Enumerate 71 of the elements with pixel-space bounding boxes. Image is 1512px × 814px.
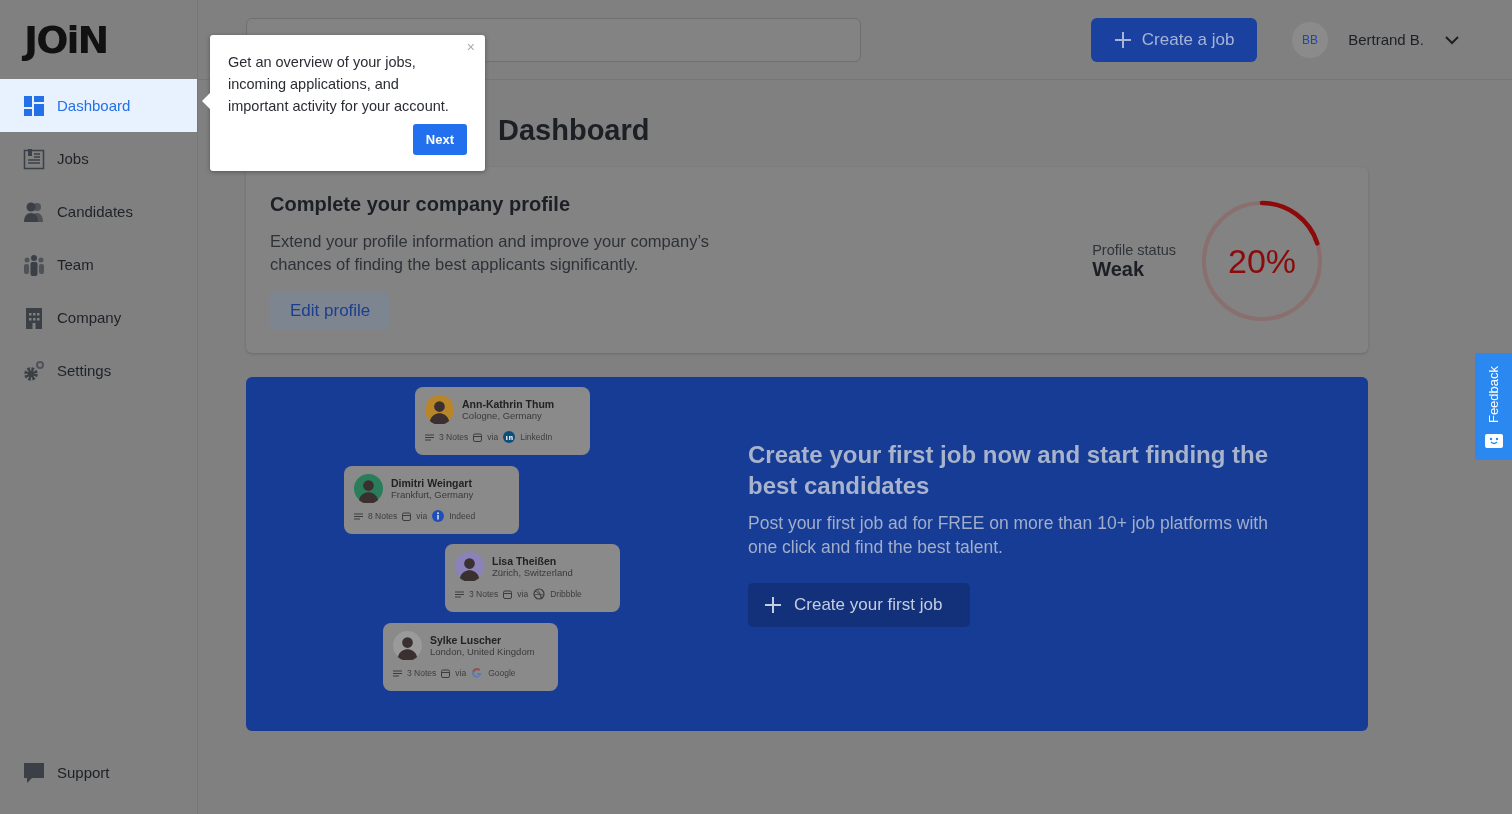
close-button[interactable]: × (466, 39, 475, 55)
lines-icon (393, 668, 402, 678)
edit-profile-button[interactable]: Edit profile (270, 291, 391, 330)
linkedin-icon (503, 431, 516, 443)
help-icon (23, 761, 45, 784)
people-icon (23, 200, 45, 223)
google-icon (471, 667, 484, 679)
sidebar-item[interactable]: Jobs (0, 132, 197, 185)
notes-count: 3 Notes (439, 432, 469, 442)
dashboard-icon (23, 94, 45, 117)
banner-title: Create your first job now and start finding the best candidates (748, 440, 1270, 501)
logo: JOiN (21, 17, 109, 64)
banner-text: Post your first job ad for FREE on more than 10+ job platforms with one click and find the best talent. (748, 512, 1269, 559)
via-label: via (517, 589, 529, 599)
avatar-icon (455, 552, 484, 581)
tooltip-text: Get an overview of your jobs, incoming applications, and important activity for your account. (228, 53, 450, 116)
calendar-icon (473, 432, 483, 442)
notes-count: 8 Notes (368, 511, 398, 521)
smiley-icon (1484, 432, 1503, 448)
card-description: Extend your profile information and improve your company’s chances of finding the best applicants significantly. (270, 230, 710, 275)
team-icon (23, 253, 45, 276)
plus-icon (1113, 30, 1132, 49)
avatar-icon (354, 474, 383, 503)
feedback-tab[interactable]: Feedback (1475, 353, 1512, 460)
sidebar-item[interactable]: Team (0, 238, 197, 291)
gear-icon (23, 359, 45, 382)
candidate-name: Dimitri Weingart (391, 477, 473, 489)
source-label: Indeed (449, 511, 476, 521)
calendar-icon (402, 511, 412, 521)
plus-icon (764, 596, 782, 614)
avatar-icon (393, 631, 422, 660)
via-label: via (416, 511, 428, 521)
sidebar-item[interactable]: Settings (0, 344, 197, 397)
source-label: Dribbble (550, 589, 582, 599)
calendar-icon (503, 589, 513, 599)
via-label: via (455, 668, 467, 678)
lines-icon (354, 511, 363, 521)
avatar-icon (425, 395, 454, 424)
notes-count: 3 Notes (407, 668, 437, 678)
sidebar-item[interactable]: Dashboard (0, 79, 197, 132)
candidate-location: Frankfurt, Germany (391, 489, 474, 500)
candidate-name: Lisa Theißen (492, 555, 558, 567)
lines-icon (425, 432, 434, 442)
user-avatar[interactable]: BB (1292, 21, 1329, 58)
sidebar-item[interactable]: Candidates (0, 185, 197, 238)
candidate-name: Sylke Luscher (430, 634, 503, 646)
create-first-job-button[interactable]: Create your first job (748, 583, 971, 627)
create-job-button[interactable]: Create a job (1091, 17, 1258, 62)
user-name[interactable]: Bertrand B. (1348, 31, 1424, 48)
next-button[interactable]: Next (412, 124, 467, 155)
notes-count: 3 Notes (469, 589, 499, 599)
source-label: Google (488, 668, 516, 678)
candidate-location: Zürich, Switzerland (492, 567, 573, 578)
status-label: Profile status (1092, 241, 1176, 258)
card-title: Complete your company profile (270, 192, 571, 216)
ball-icon (533, 588, 546, 600)
candidate-name: Ann-Kathrin Thum (462, 398, 555, 410)
progress-percent: 20% (1227, 241, 1297, 281)
via-label: via (487, 432, 499, 442)
candidate-location: London, United Kingdom (430, 646, 535, 657)
document-icon (23, 147, 45, 170)
candidate-location: Cologne, Germany (462, 410, 543, 421)
support-link[interactable]: Support (0, 746, 197, 799)
lines-icon (455, 589, 464, 599)
source-label: LinkedIn (520, 432, 553, 442)
calendar-icon (441, 668, 451, 678)
sidebar-item[interactable]: Company (0, 291, 197, 344)
page-title: Dashboard (498, 114, 651, 147)
status-value: Weak (1092, 257, 1146, 281)
building-icon (23, 306, 45, 329)
info-icon (432, 510, 445, 522)
